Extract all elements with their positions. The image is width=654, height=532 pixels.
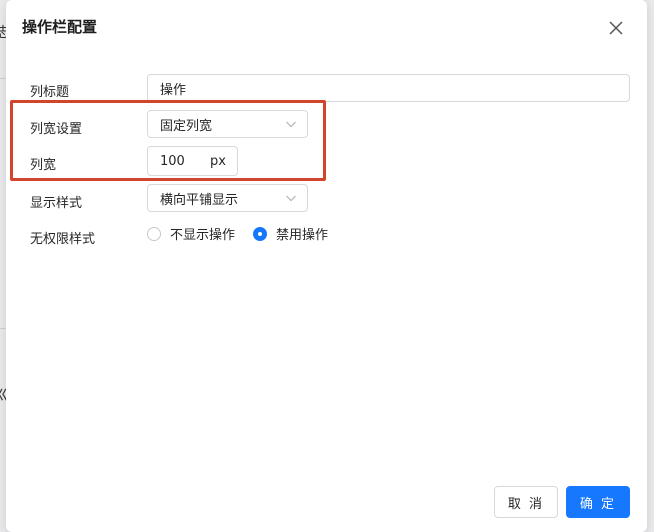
radio-disable-actions-label: 禁用操作: [276, 228, 329, 243]
display-style-select[interactable]: 横向平铺显示: [147, 184, 308, 212]
column-title-value: 操作: [160, 82, 187, 98]
close-icon: [609, 21, 623, 35]
no-permission-style-label: 无权限样式: [30, 232, 96, 247]
radio-hide-actions[interactable]: 不显示操作: [147, 224, 235, 243]
column-width-unit: px: [210, 153, 226, 169]
column-width-input[interactable]: 100 px: [147, 146, 238, 176]
chevron-down-icon: [286, 121, 296, 128]
width-setting-value: 固定列宽: [160, 118, 213, 134]
column-width-label: 列宽: [30, 158, 57, 173]
chevron-down-icon: [286, 195, 296, 202]
dialog-title: 操作栏配置: [22, 18, 98, 36]
radio-hide-actions-label: 不显示操作: [170, 228, 236, 243]
width-setting-select[interactable]: 固定列宽: [147, 110, 308, 138]
close-button[interactable]: [605, 17, 627, 39]
display-style-label: 显示样式: [30, 196, 83, 211]
column-title-label: 列标题: [30, 85, 70, 100]
radio-unchecked-icon: [147, 226, 161, 241]
radio-checked-icon: [253, 226, 267, 241]
action-column-config-dialog: 操作栏配置 列标题 操作 列宽设置 固定列宽 列宽 100 px 显示样式 横向…: [6, 0, 647, 532]
column-width-value: 100: [160, 153, 185, 169]
width-setting-label: 列宽设置: [30, 122, 83, 137]
column-title-input[interactable]: 操作: [147, 74, 630, 102]
display-style-value: 横向平铺显示: [160, 192, 239, 208]
confirm-button[interactable]: 确 定: [566, 486, 630, 518]
cancel-button[interactable]: 取 消: [494, 486, 558, 518]
radio-disable-actions[interactable]: 禁用操作: [253, 224, 328, 243]
